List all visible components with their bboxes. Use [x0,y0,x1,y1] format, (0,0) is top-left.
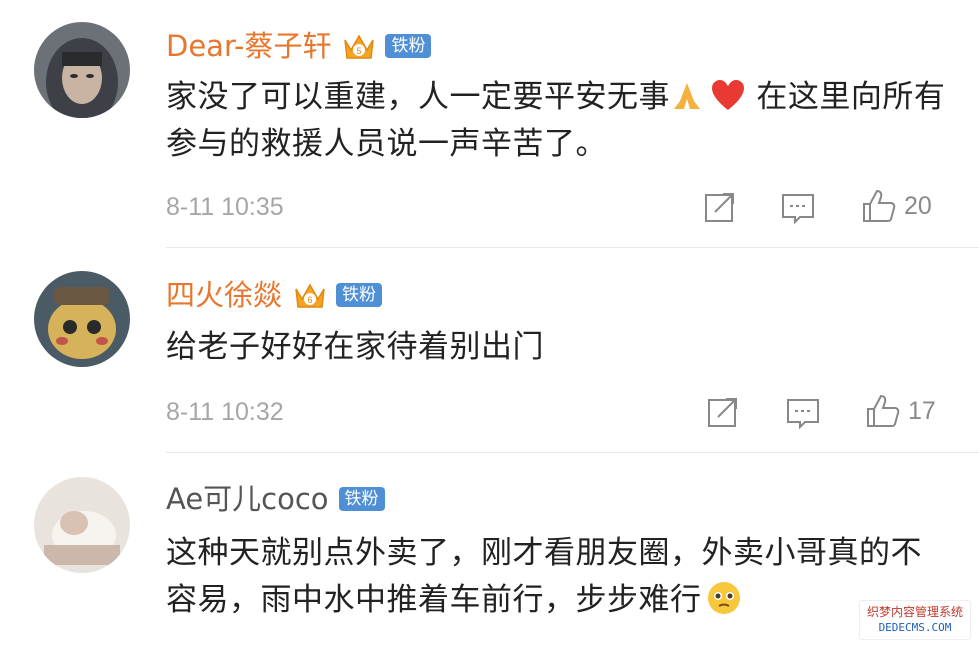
like-count: 20 [904,191,932,220]
username-row: Ae可儿coco 铁粉 [166,482,385,516]
comment-button[interactable] [780,191,816,225]
like-count: 17 [908,396,936,425]
comment-text: 家没了可以重建，人一定要平安无事 在这里向所有参与的救援人员说一声辛苦了。 [166,74,949,168]
like-button[interactable]: 20 [860,188,932,224]
username-row: Dear-蔡子轩 5 铁粉 [166,26,432,66]
user-avatar[interactable] [34,271,130,367]
comment-text: 这种天就别点外卖了，刚才看朋友圈，外卖小哥真的不容易，雨中水中推着车前行，步步难… [166,530,949,624]
comment-item: Dear-蔡子轩 5 铁粉 家没了可以重建，人一定要平安无事 在这里向所有参与的… [0,0,979,248]
thumbs-up-icon [863,189,896,222]
fan-badge: 铁粉 [385,34,432,58]
heart-icon [712,80,744,110]
comment-text: 给老子好好在家待着别出门 [166,329,544,365]
user-avatar[interactable] [34,477,130,573]
thumbs-up-icon [867,394,900,427]
pleading-face-icon [707,582,740,614]
share-icon [705,193,734,222]
share-button[interactable] [703,190,737,224]
svg-text:6: 6 [308,295,313,305]
vip-crown-icon: 5 [344,34,375,59]
fan-badge: 铁粉 [336,283,383,307]
watermark-line2: DEDECMS.COM [878,621,952,634]
comment-icon [782,194,814,225]
fan-badge: 铁粉 [338,487,385,511]
comment-text-part: 家没了可以重建，人一定要平安无事 [166,79,670,115]
username[interactable]: Dear-蔡子轩 [166,29,331,63]
comment-icon [787,399,819,430]
comment-time: 8-11 10:35 [166,193,284,221]
comment-item: 四火徐燚 6 铁粉 给老子好好在家待着别出门 8-11 10:32 17 [0,248,979,453]
watermark-line1: 织梦内容管理系统 [866,605,963,619]
username-row: 四火徐燚 6 铁粉 [166,275,383,315]
comment-time: 8-11 10:32 [166,398,284,426]
user-avatar[interactable] [34,22,130,118]
share-button[interactable] [706,395,740,429]
comment-item: Ae可儿coco 铁粉 这种天就别点外卖了，刚才看朋友圈，外卖小哥真的不容易，雨… [0,452,979,646]
username[interactable]: 四火徐燚 [166,278,282,312]
username[interactable]: Ae可儿coco [166,482,329,516]
comment-text-part: 这种天就别点外卖了，刚才看朋友圈，外卖小哥真的不容易，雨中水中推着车前行，步步难… [166,535,922,618]
svg-text:5: 5 [357,46,362,56]
vip-crown-icon: 6 [295,283,325,308]
comment-button[interactable] [785,396,821,430]
praying-hands-icon [674,83,700,109]
watermark: 织梦内容管理系统 DEDECMS.COM [859,600,971,640]
share-icon [708,398,737,427]
like-button[interactable]: 17 [864,393,936,429]
